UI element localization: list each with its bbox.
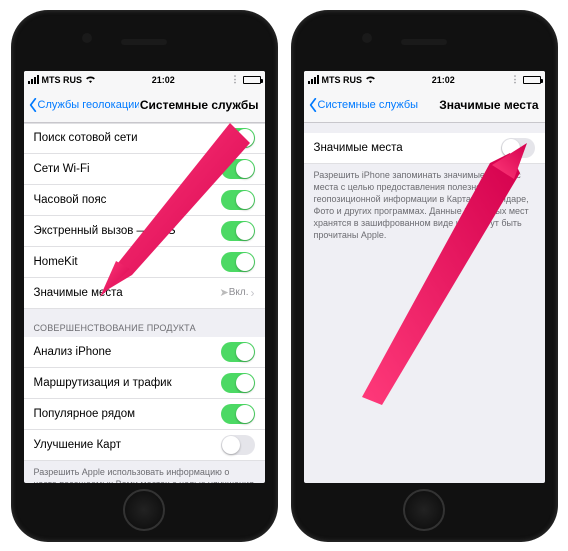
battery-icon	[523, 76, 541, 84]
screen-left: MTS RUS 21:02 ⋮ Службы геолокации Систем…	[24, 71, 265, 483]
section-header-improve: СОВЕРШЕНСТВОВАНИЕ ПРОДУКТА	[24, 309, 265, 337]
nav-title: Системные службы	[140, 98, 259, 112]
home-button[interactable]	[123, 489, 165, 531]
battery-icon	[243, 76, 261, 84]
toggle-switch[interactable]	[501, 138, 535, 158]
toggle-switch[interactable]	[221, 373, 255, 393]
toggle-switch[interactable]	[221, 435, 255, 455]
toggle-switch[interactable]	[221, 128, 255, 148]
row-label: Сети Wi-Fi	[34, 163, 221, 175]
screen-right: MTS RUS 21:02 ⋮ Системные службы Значимы…	[304, 71, 545, 483]
toggle-switch[interactable]	[221, 221, 255, 241]
signal-icon	[308, 75, 319, 84]
row-routing-traffic: Маршрутизация и трафик	[24, 368, 265, 399]
back-button[interactable]: Системные службы	[308, 98, 419, 112]
toggle-switch[interactable]	[221, 404, 255, 424]
row-improve-maps: Улучшение Карт	[24, 430, 265, 461]
toggle-switch[interactable]	[221, 159, 255, 179]
wifi-icon	[365, 75, 376, 85]
phone-right: MTS RUS 21:02 ⋮ Системные службы Значимы…	[292, 11, 557, 541]
row-label: Анализ iPhone	[34, 346, 221, 358]
bluetooth-icon: ⋮	[511, 74, 520, 85]
row-label: Значимые места	[314, 142, 501, 154]
status-bar: MTS RUS 21:02 ⋮	[24, 71, 265, 89]
carrier-label: MTS RUS	[322, 75, 363, 85]
home-button[interactable]	[403, 489, 445, 531]
clock: 21:02	[432, 75, 455, 85]
row-label: HomeKit	[34, 256, 221, 268]
location-arrow-icon: ➤	[220, 286, 229, 299]
row-iphone-analytics: Анализ iPhone	[24, 337, 265, 368]
nav-bar: Системные службы Значимые места	[304, 89, 545, 123]
carrier-label: MTS RUS	[42, 75, 83, 85]
row-label: Значимые места	[34, 287, 220, 299]
row-label: Часовой пояс	[34, 194, 221, 206]
row-label: Маршрутизация и трафик	[34, 377, 221, 389]
back-label: Службы геолокации	[38, 99, 140, 111]
nav-bar: Службы геолокации Системные службы	[24, 89, 265, 123]
phone-left: MTS RUS 21:02 ⋮ Службы геолокации Систем…	[12, 11, 277, 541]
toggle-switch[interactable]	[221, 342, 255, 362]
section-footer-maps: Разрешить Apple использовать информацию …	[24, 461, 265, 483]
wifi-icon	[85, 75, 96, 85]
content-left[interactable]: Поиск сотовой сети Сети Wi-Fi Часовой по…	[24, 123, 265, 483]
row-popular-nearby: Популярное рядом	[24, 399, 265, 430]
back-button[interactable]: Службы геолокации	[28, 98, 140, 112]
row-sos: Экстренный вызов — SOS	[24, 216, 265, 247]
nav-title: Значимые места	[439, 98, 538, 112]
status-bar: MTS RUS 21:02 ⋮	[304, 71, 545, 89]
signal-icon	[28, 75, 39, 84]
chevron-right-icon: ›	[251, 286, 255, 300]
row-timezone: Часовой пояс	[24, 185, 265, 216]
bluetooth-icon: ⋮	[231, 74, 240, 85]
row-label: Улучшение Карт	[34, 439, 221, 451]
toggle-switch[interactable]	[221, 252, 255, 272]
row-label: Экстренный вызов — SOS	[34, 225, 221, 237]
row-wifi-networks: Сети Wi-Fi	[24, 154, 265, 185]
row-label: Популярное рядом	[34, 408, 221, 420]
row-homekit: HomeKit	[24, 247, 265, 278]
clock: 21:02	[152, 75, 175, 85]
row-label: Поиск сотовой сети	[34, 132, 221, 144]
row-cell-search: Поиск сотовой сети	[24, 123, 265, 154]
row-significant-locations-toggle: Значимые места	[304, 133, 545, 164]
section-footer-description: Разрешить iPhone запоминать значимые для…	[304, 164, 545, 250]
toggle-switch[interactable]	[221, 190, 255, 210]
row-significant-locations[interactable]: Значимые места ➤ Вкл. ›	[24, 278, 265, 309]
content-right[interactable]: Значимые места Разрешить iPhone запомина…	[304, 123, 545, 483]
row-detail: Вкл.	[229, 287, 249, 298]
footer-text: Разрешить Apple использовать информацию …	[34, 467, 254, 483]
back-label: Системные службы	[318, 99, 419, 111]
